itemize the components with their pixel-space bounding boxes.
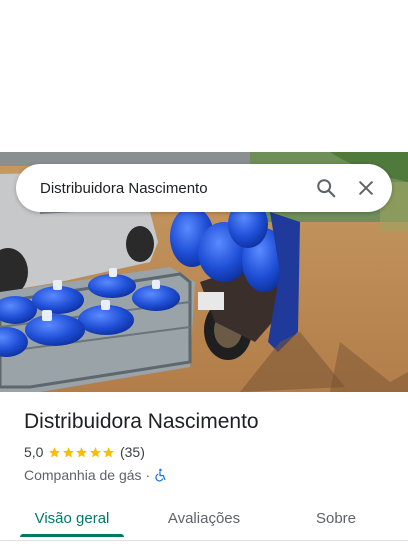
star-icon: [103, 446, 115, 457]
tabs-divider: [0, 540, 408, 541]
search-button[interactable]: [306, 168, 346, 208]
search-bar[interactable]: Distribuidora Nascimento: [16, 164, 392, 212]
close-button[interactable]: [346, 168, 386, 208]
rating-value: 5,0: [24, 444, 44, 460]
star-icon: [90, 446, 101, 457]
place-title: Distribuidora Nascimento: [24, 410, 259, 433]
rating-row[interactable]: 5,0 (35): [24, 443, 394, 461]
star-rating: [48, 446, 116, 459]
review-count[interactable]: (35): [120, 444, 145, 460]
search-input[interactable]: Distribuidora Nascimento: [40, 180, 306, 197]
place-info: Distribuidora Nascimento 5,0 (35) Compan…: [24, 408, 394, 484]
separator-dot: ·: [145, 467, 151, 483]
star-icon: [76, 446, 88, 457]
star-icon: [49, 446, 61, 457]
search-icon: [317, 179, 336, 198]
category-row: Companhia de gás ·: [24, 466, 394, 484]
wheelchair-icon: [155, 468, 166, 482]
place-tabs: Visão geral Avaliações Sobre: [0, 496, 408, 540]
star-icon: [63, 446, 74, 457]
tab-about[interactable]: Sobre: [290, 496, 382, 540]
close-icon: [359, 181, 373, 195]
tab-reviews[interactable]: Avaliações: [148, 496, 260, 540]
active-tab-indicator: [20, 534, 124, 537]
place-category[interactable]: Companhia de gás: [24, 467, 142, 483]
